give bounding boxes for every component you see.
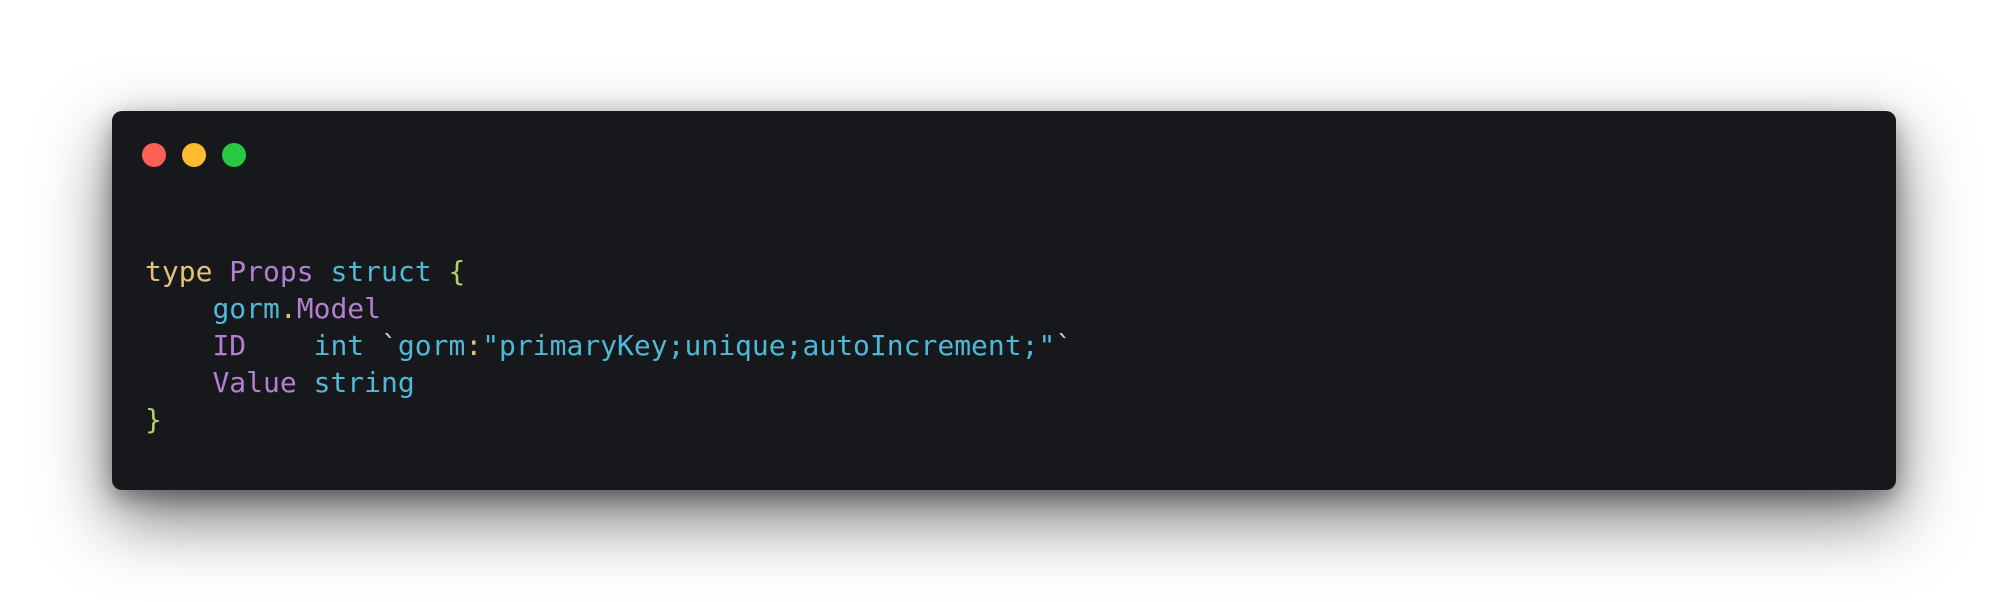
padding [246, 329, 313, 362]
tag-key: gorm [397, 329, 466, 362]
minimize-button[interactable] [182, 143, 206, 167]
window-controls [142, 143, 246, 167]
field-name: ID [212, 329, 247, 362]
code-line-1: type Props struct { [145, 253, 1072, 290]
tag-colon: : [465, 329, 483, 362]
tag-value: "primaryKey;unique;autoIncrement;" [482, 329, 1056, 362]
field-type: string [313, 366, 415, 399]
maximize-button[interactable] [222, 143, 246, 167]
keyword-struct: struct [330, 255, 432, 288]
close-button[interactable] [142, 143, 166, 167]
field-type: int [313, 329, 365, 362]
code-window: type Props struct { gorm.Model ID int `g… [112, 111, 1896, 490]
field-name: Value [212, 366, 297, 399]
dot-operator: . [279, 292, 297, 325]
code-line-5: } [145, 401, 1072, 438]
backtick-open: ` [381, 329, 398, 362]
code-line-3: ID int `gorm:"primaryKey;unique;autoIncr… [145, 327, 1072, 364]
code-line-2: gorm.Model [145, 290, 1072, 327]
close-brace: } [145, 403, 162, 436]
struct-name: Props [229, 255, 314, 288]
package-name: gorm [212, 292, 280, 325]
code-block: type Props struct { gorm.Model ID int `g… [145, 253, 1072, 438]
backtick-close: ` [1055, 329, 1073, 362]
keyword-type: type [145, 255, 213, 288]
code-line-4: Value string [145, 364, 1072, 401]
embedded-type: Model [296, 292, 382, 325]
open-brace: { [448, 255, 466, 288]
